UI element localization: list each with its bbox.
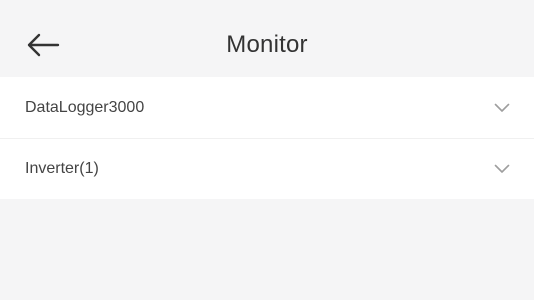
monitor-screen: Monitor DataLogger3000 Inverter(1) <box>0 0 534 300</box>
chevron-down-icon <box>494 164 510 174</box>
chevron-down-icon <box>494 103 510 113</box>
device-item-datalogger[interactable]: DataLogger3000 <box>0 77 534 138</box>
device-item-inverter[interactable]: Inverter(1) <box>0 138 534 199</box>
device-label: DataLogger3000 <box>25 98 145 116</box>
app-header: Monitor <box>0 0 534 77</box>
page-title: Monitor <box>226 31 308 58</box>
device-list: DataLogger3000 Inverter(1) <box>0 77 534 199</box>
device-label: Inverter(1) <box>25 160 99 177</box>
